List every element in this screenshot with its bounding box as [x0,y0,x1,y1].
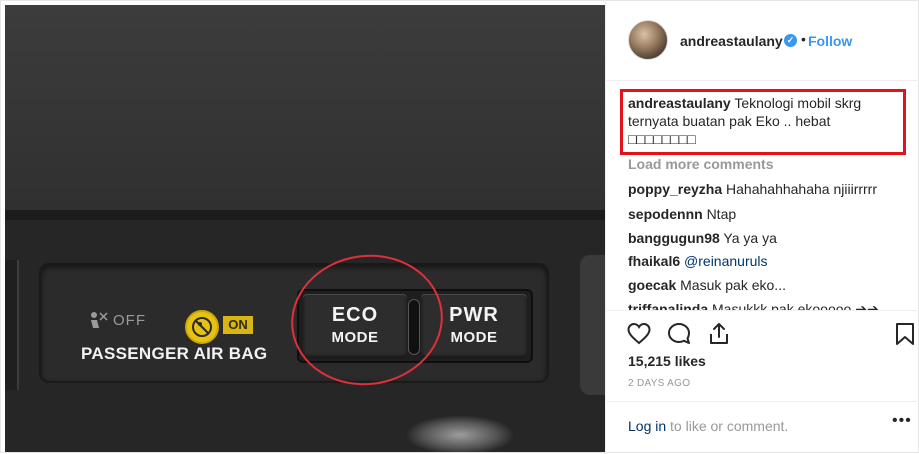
comment-user[interactable]: goecak [628,277,676,293]
share-icon[interactable] [706,321,732,347]
login-link[interactable]: Log in [628,418,666,434]
airbag-off-indicator: OFF [87,310,146,332]
airbag-on-badge: ON [223,316,253,334]
comment-text: Ya ya ya [723,230,777,246]
bookmark-icon[interactable] [892,321,918,347]
passenger-airbag-label: PASSENGER AIR BAG [81,344,268,363]
comment-user[interactable]: fhaikal6 [628,253,680,269]
likes-count[interactable]: 15,215 likes [628,353,706,369]
comment-icon[interactable] [666,321,692,347]
off-label: OFF [113,311,146,329]
instagram-post: OFF ON PASSENGER AIR BAG ECO MODE PWR MO… [0,0,919,454]
dashboard-band [5,210,605,220]
header-username[interactable]: andreastaulany [680,33,783,49]
list-item: banggugun98 Ya ya ya [628,230,777,246]
comment-user[interactable]: banggugun98 [628,230,720,246]
metal-reflection [405,415,515,452]
comment-mention-link[interactable]: @reinanuruls [684,253,767,269]
dashboard-right-knob [580,255,605,395]
login-bar: Log in to like or comment. ••• [606,401,919,454]
post-caption: andreastaulany Teknologi mobil skrg tern… [628,94,898,148]
avatar[interactable] [628,20,668,60]
airbag-seat-icon [91,312,108,328]
login-prompt-text: to like or comment. [666,418,789,434]
comment-text: Hahahahhahaha njiiirrrrr [726,181,878,197]
follow-button[interactable]: Follow [808,33,852,49]
heart-icon[interactable] [626,321,652,347]
comment-user[interactable]: poppy_reyzha [628,181,722,197]
comment-text: Ntap [706,206,737,222]
caption-author[interactable]: andreastaulany [628,95,731,111]
dashboard-upper [5,5,605,210]
post-date: 2 DAYS AGO [628,378,691,389]
login-prompt: Log in to like or comment. [628,418,788,434]
list-item: goecak Masuk pak eko... [628,277,786,293]
more-options-icon[interactable]: ••• [892,412,912,430]
post-header: andreastaulany ✓ • Follow [606,1,919,81]
list-item: fhaikal6 @reinanuruls [628,253,768,269]
comments-list: poppy_reyzha Hahahahhahaha njiiirrrrr se… [606,151,919,311]
post-photo: OFF ON PASSENGER AIR BAG ECO MODE PWR MO… [5,5,605,452]
comment-text: Masuk pak eko... [680,277,786,293]
list-item: poppy_reyzha Hahahahhahaha njiiirrrrr [628,181,877,197]
post-sidebar: andreastaulany ✓ • Follow andreastaulany… [605,1,919,454]
separator-dot: • [801,31,806,47]
verified-badge-icon: ✓ [784,34,797,47]
airbag-warning-icon [185,310,219,344]
list-item: sepodennn Ntap [628,206,736,222]
dashboard-left-edge [5,260,19,390]
comment-user[interactable]: sepodennn [628,206,703,222]
